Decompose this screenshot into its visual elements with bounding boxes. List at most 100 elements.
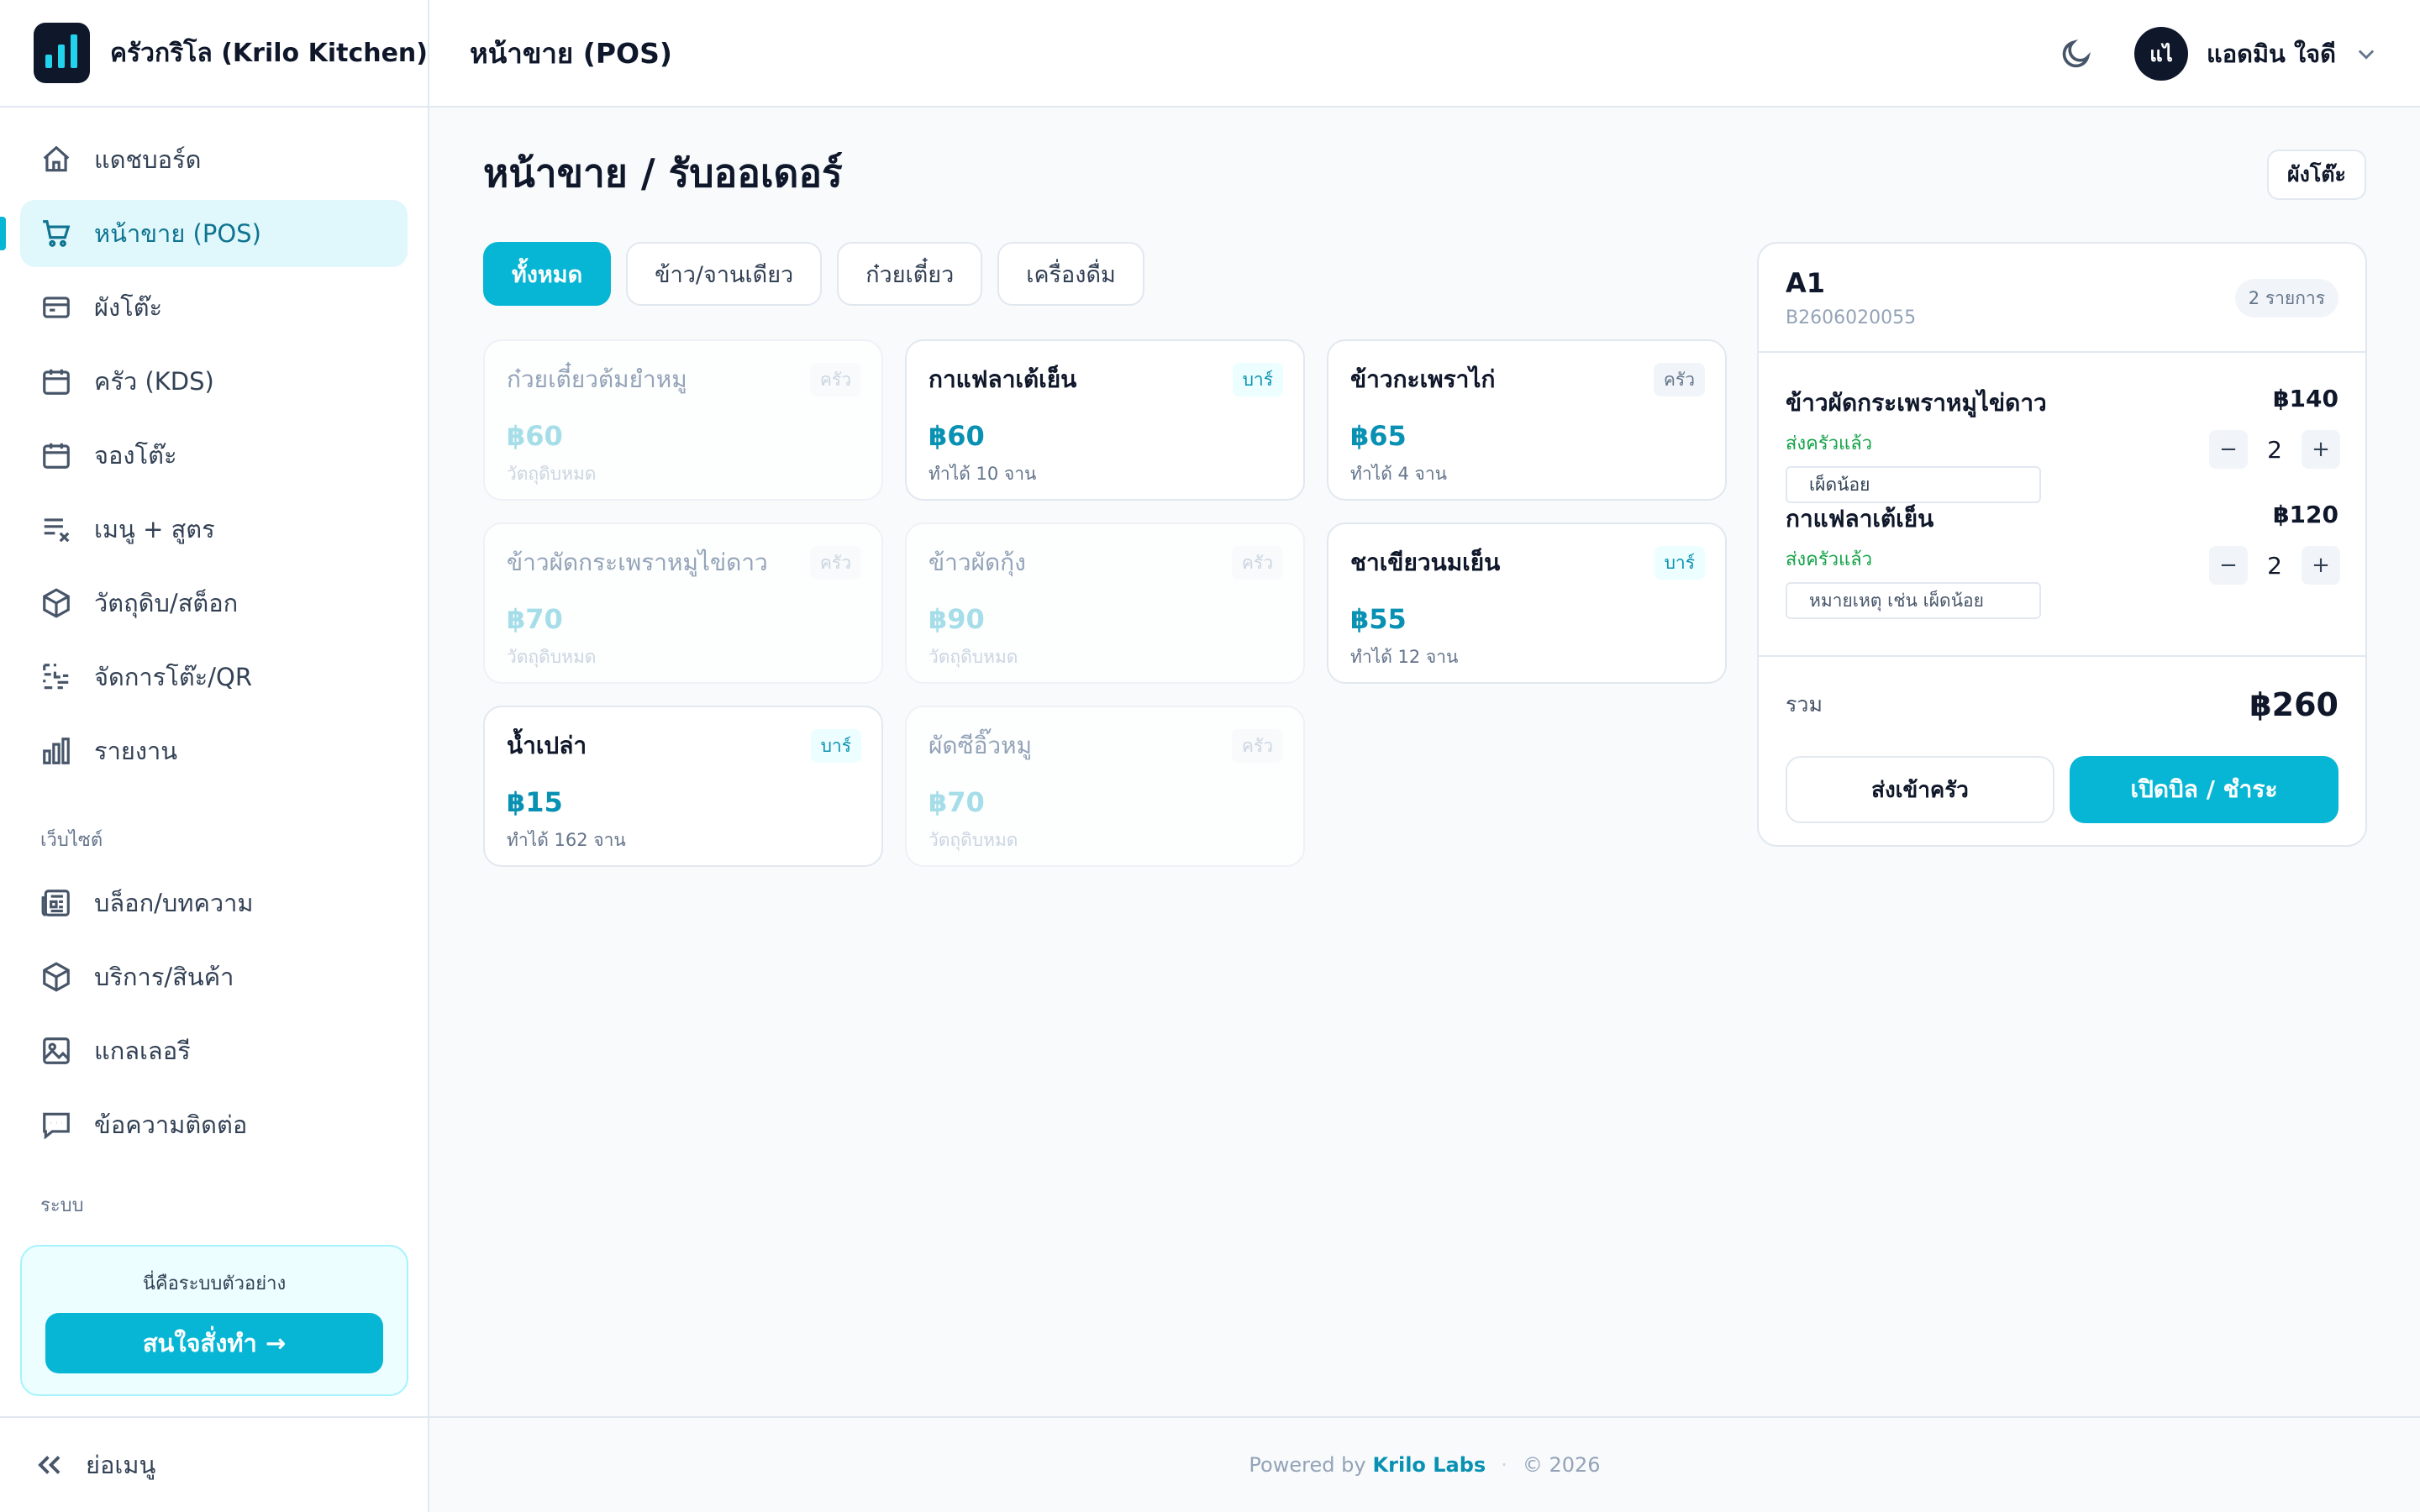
sidebar-item-services[interactable]: บริการ/สินค้า — [20, 943, 408, 1011]
sidebar-item-pos[interactable]: หน้าขาย (POS) — [0, 200, 408, 267]
sidebar-item-label: ข้อความติดต่อ — [94, 1110, 248, 1139]
product-card[interactable]: ข้าวกะเพราไก่ ครัว ฿65 ทำได้ 4 จาน — [1327, 339, 1727, 501]
station-badge: ครัว — [1231, 546, 1283, 580]
product-name: ชาเขียวนมเย็น — [1350, 549, 1501, 576]
product-stock: วัตถุดิบหมด — [929, 647, 1018, 667]
send-to-kitchen-button[interactable]: ส่งเข้าครัว — [1786, 756, 2054, 823]
sidebar-item-floor-plan[interactable]: ผังโต๊ะ — [20, 274, 408, 341]
demo-notice: นี่คือระบบตัวอย่าง สนใจสั่งทำ → — [20, 1245, 408, 1396]
product-price: ฿90 — [929, 603, 985, 635]
product-stock: ทำได้ 10 จาน — [929, 464, 1037, 484]
tab-all[interactable]: ทั้งหมด — [483, 242, 612, 306]
chevron-down-icon — [2354, 42, 2378, 66]
brand[interactable]: ครัวกริโล (Krilo Kitchen) — [0, 0, 428, 108]
sidebar-item-gallery[interactable]: แกลเลอรี — [20, 1017, 408, 1084]
product-card[interactable]: ก๋วยเตี๋ยวต้มยำหมู ครัว ฿60 วัตถุดิบหมด — [483, 339, 883, 501]
sidebar-item-label: บริการ/สินค้า — [94, 963, 234, 991]
product-stock: วัตถุดิบหมด — [507, 647, 597, 667]
sidebar-item-reservations[interactable]: จองโต๊ะ — [20, 422, 408, 489]
order-item-name: กาแฟลาเต้เย็น — [1786, 505, 1934, 533]
user-name: แอดมิน ใจดี — [2207, 39, 2336, 68]
footer-separator: · — [1501, 1453, 1507, 1477]
sidebar-item-menu-recipes[interactable]: เมนู + สูตร — [20, 496, 408, 563]
category-tabs: ทั้งหมด ข้าว/จานเดียว ก๋วยเตี๋ยว เครื่อง… — [483, 242, 1144, 306]
sidebar-item-label: ครัว (KDS) — [94, 367, 214, 396]
floor-plan-button[interactable]: ผังโต๊ะ — [2267, 150, 2366, 200]
chevrons-left-icon — [34, 1449, 66, 1481]
sidebar-item-label: บล็อก/บทความ — [94, 889, 254, 917]
sidebar-item-label: เมนู + สูตร — [94, 515, 215, 543]
topbar-title: หน้าขาย (POS) — [470, 36, 672, 70]
user-menu[interactable]: แไ แอดมิน ใจดี — [2134, 27, 2378, 81]
sidebar-item-messages[interactable]: ข้อความติดต่อ — [20, 1091, 408, 1158]
avatar: แไ — [2134, 27, 2188, 81]
product-card[interactable]: กาแฟลาเต้เย็น บาร์ ฿60 ทำได้ 10 จาน — [905, 339, 1305, 501]
decrease-qty-button[interactable]: − — [2209, 430, 2248, 469]
increase-qty-button[interactable]: + — [2302, 430, 2340, 469]
moon-icon[interactable] — [2060, 37, 2093, 71]
open-bill-pay-button[interactable]: เปิดบิล / ชำระ — [2070, 756, 2338, 823]
order-item: ข้าวผัดกระเพราหมูไข่ดาว ส่งครัวแล้ว ฿140… — [1759, 353, 2365, 503]
brand-name: ครัวกริโล (Krilo Kitchen) — [109, 38, 428, 68]
order-footer: รวม ฿260 ส่งเข้าครัว เปิดบิล / ชำระ — [1759, 655, 2365, 823]
product-name: ผัดซีอิ๊วหมู — [929, 732, 1033, 759]
product-card[interactable]: ข้าวผัดกระเพราหมูไข่ดาว ครัว ฿70 วัตถุดิ… — [483, 522, 883, 684]
increase-qty-button[interactable]: + — [2302, 546, 2340, 585]
sidebar-item-reports[interactable]: รายงาน — [20, 717, 408, 785]
order-header: A1 B2606020055 2 รายการ — [1759, 244, 2365, 353]
product-stock: วัตถุดิบหมด — [929, 830, 1018, 850]
product-price: ฿60 — [929, 420, 985, 452]
tab-drinks[interactable]: เครื่องดื่ม — [997, 242, 1144, 306]
layout-icon — [40, 291, 72, 323]
tab-rice[interactable]: ข้าว/จานเดียว — [626, 242, 823, 306]
product-card[interactable]: ชาเขียวนมเย็น บาร์ ฿55 ทำได้ 12 จาน — [1327, 522, 1727, 684]
product-name: ข้าวกะเพราไก่ — [1350, 365, 1496, 393]
sidebar: ครัวกริโล (Krilo Kitchen) แดชบอร์ด หน้าข… — [0, 0, 429, 1512]
home-icon — [40, 144, 72, 176]
collapse-menu-button[interactable]: ย่อเมนู — [0, 1416, 428, 1512]
page-title: หน้าขาย / รับออเดอร์ — [483, 150, 843, 196]
order-item-note-input[interactable] — [1786, 582, 2041, 619]
footer: Powered by Krilo Labs · © 2026 — [429, 1416, 2420, 1512]
sidebar-section-website: เว็บไซต์ — [40, 830, 103, 851]
station-badge: ครัว — [809, 546, 861, 580]
sidebar-item-inventory[interactable]: วัตถุดิบ/สต็อก — [20, 570, 408, 637]
product-stock: ทำได้ 4 จาน — [1350, 464, 1447, 484]
brand-logo-icon — [34, 23, 90, 83]
product-price: ฿70 — [929, 786, 985, 818]
product-card[interactable]: ผัดซีอิ๊วหมู ครัว ฿70 วัตถุดิบหมด — [905, 706, 1305, 867]
list-x-icon — [40, 513, 72, 545]
sidebar-item-blog[interactable]: บล็อก/บทความ — [20, 869, 408, 937]
collapse-label: ย่อเมนู — [86, 1451, 156, 1479]
sidebar-item-kitchen[interactable]: ครัว (KDS) — [20, 348, 408, 415]
product-card[interactable]: ข้าวผัดกุ้ง ครัว ฿90 วัตถุดิบหมด — [905, 522, 1305, 684]
order-item-price: ฿140 — [2273, 385, 2338, 412]
product-card[interactable]: น้ำเปล่า บาร์ ฿15 ทำได้ 162 จาน — [483, 706, 883, 867]
order-panel: A1 B2606020055 2 รายการ ข้าวผัดกระเพราหม… — [1757, 242, 2367, 847]
order-item-name: ข้าวผัดกระเพราหมูไข่ดาว — [1786, 389, 2047, 417]
cart-icon — [40, 218, 72, 249]
product-price: ฿55 — [1350, 603, 1407, 635]
tab-noodles[interactable]: ก๋วยเตี๋ยว — [837, 242, 983, 306]
product-name: กาแฟลาเต้เย็น — [929, 365, 1077, 393]
product-stock: ทำได้ 162 จาน — [507, 830, 626, 850]
total-value: ฿260 — [2249, 686, 2338, 723]
total-row: รวม ฿260 — [1786, 684, 2338, 726]
sidebar-item-label: จองโต๊ะ — [94, 441, 177, 470]
product-price: ฿65 — [1350, 420, 1407, 452]
sidebar-item-label: แดชบอร์ด — [94, 145, 202, 174]
topbar: หน้าขาย (POS) แไ แอดมิน ใจดี — [429, 0, 2420, 108]
product-stock: วัตถุดิบหมด — [507, 464, 597, 484]
message-icon — [40, 1109, 72, 1141]
order-custom-button[interactable]: สนใจสั่งทำ → — [45, 1313, 383, 1373]
sidebar-item-dashboard[interactable]: แดชบอร์ด — [20, 126, 408, 193]
product-name: ก๋วยเตี๋ยวต้มยำหมู — [507, 365, 687, 393]
product-name: ข้าวผัดกระเพราหมูไข่ดาว — [507, 549, 768, 576]
box-icon — [40, 961, 72, 993]
decrease-qty-button[interactable]: − — [2209, 546, 2248, 585]
image-icon — [40, 1035, 72, 1067]
sidebar-section-system: ระบบ — [40, 1195, 84, 1216]
sidebar-item-tables-qr[interactable]: จัดการโต๊ะ/QR — [20, 643, 408, 711]
station-badge: ครัว — [1231, 729, 1283, 763]
footer-brand-link[interactable]: Krilo Labs — [1373, 1453, 1486, 1477]
